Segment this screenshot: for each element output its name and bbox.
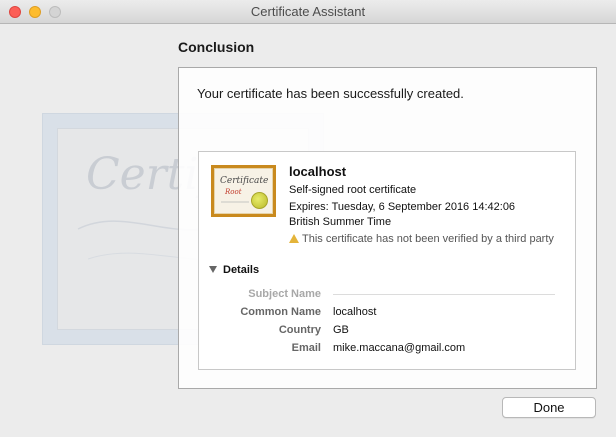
certificate-expiry-line1: Expires: Tuesday, 6 September 2016 14:42… <box>289 201 516 213</box>
done-button[interactable]: Done <box>502 397 596 418</box>
verification-warning: This certificate has not been verified b… <box>289 232 559 246</box>
warning-text: This certificate has not been verified b… <box>302 233 554 245</box>
success-message: Your certificate has been successfully c… <box>197 86 464 101</box>
email-value: mike.maccana@gmail.com <box>333 342 466 354</box>
certificate-icon-subtitle: Root <box>224 188 242 196</box>
certificate-expiry-line2: British Summer Time <box>289 216 392 228</box>
certificate-expiry: Expires: Tuesday, 6 September 2016 14:42… <box>289 200 549 230</box>
details-label: Details <box>223 264 260 276</box>
details-disclosure[interactable]: Details <box>209 264 259 276</box>
warning-icon <box>289 234 299 243</box>
country-value: GB <box>333 324 349 336</box>
certificate-icon: Certificate Root <box>211 165 276 217</box>
certificate-type: Self-signed root certificate <box>289 184 417 196</box>
email-label: Email <box>291 342 321 354</box>
subject-name-section-label: Subject Name <box>248 288 321 300</box>
seal-icon <box>251 192 268 209</box>
title-bar[interactable]: Certificate Assistant <box>0 0 616 24</box>
common-name-label: Common Name <box>240 306 321 318</box>
common-name-value: localhost <box>333 306 377 318</box>
certificate-icon-title: Certificate <box>220 176 268 186</box>
certificate-icon-paper: Certificate Root <box>214 168 273 214</box>
step-title: Conclusion <box>178 39 255 55</box>
section-divider <box>333 294 555 295</box>
country-label: Country <box>278 324 321 336</box>
certificate-name: localhost <box>289 164 347 179</box>
certificate-assistant-window: Certificate Assistant Certificate Conclu… <box>0 0 616 437</box>
disclosure-triangle-icon[interactable] <box>209 266 217 273</box>
window-title: Certificate Assistant <box>250 4 366 19</box>
